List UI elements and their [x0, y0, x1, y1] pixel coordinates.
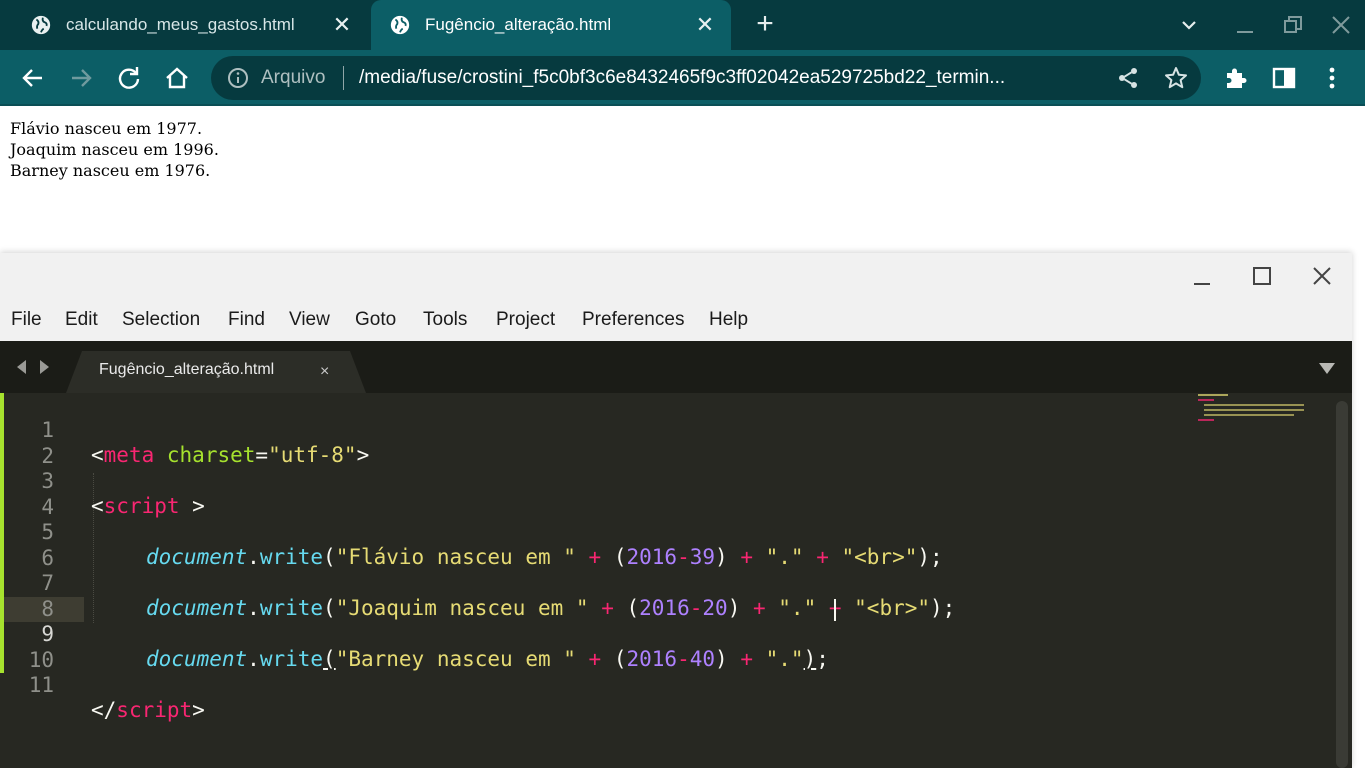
browser-tab-fugencio[interactable]: Fugêncio_alteração.html ✕ — [371, 0, 731, 50]
share-icon[interactable] — [1116, 66, 1140, 90]
editor-tab-title: Fugêncio_alteração.html — [99, 361, 275, 378]
page-text-line: Flávio nasceu em 1977. — [10, 119, 203, 138]
menu-view[interactable]: View — [289, 309, 330, 331]
minimize-icon[interactable] — [1232, 12, 1258, 38]
back-icon[interactable] — [19, 64, 47, 92]
menu-goto[interactable]: Goto — [355, 309, 396, 331]
code-line: 7 document.write("Joaquim nasceu em " + … — [0, 546, 1200, 620]
security-label: Arquivo — [261, 67, 326, 88]
close-tab-icon[interactable]: ✕ — [693, 13, 717, 37]
editor-titlebar — [0, 253, 1352, 299]
bookmark-star-icon[interactable] — [1163, 65, 1189, 91]
new-tab-icon[interactable]: + — [750, 8, 780, 40]
code-line: 10 — [0, 623, 1200, 672]
tab-search-chevron-icon[interactable] — [1176, 12, 1202, 38]
browser-tab-strip: calculando_meus_gastos.html ✕ Fugêncio_a… — [0, 0, 1365, 50]
menu-preferences[interactable]: Preferences — [582, 309, 684, 331]
editor-minimize-icon[interactable] — [1191, 265, 1213, 287]
close-icon[interactable]: × — [320, 363, 329, 381]
text-caret — [834, 599, 836, 621]
side-panel-icon[interactable] — [1270, 64, 1298, 92]
info-icon[interactable] — [227, 67, 249, 89]
token: </ — [91, 698, 117, 722]
menu-selection[interactable]: Selection — [122, 309, 200, 331]
page-text-line: Joaquim nasceu em 1996. — [10, 140, 219, 159]
menu-project[interactable]: Project — [496, 309, 555, 331]
editor-menubar: File Edit Selection Find View Goto Tools… — [0, 299, 1352, 341]
code-line: 8 — [0, 572, 1200, 621]
page-content: Flávio nasceu em 1977. Joaquim nasceu em… — [10, 118, 219, 181]
omnibox-separator — [343, 66, 344, 90]
tab-nav-arrows-icon[interactable] — [14, 359, 52, 375]
menu-file[interactable]: File — [11, 309, 42, 331]
editor-file-tab[interactable]: Fugêncio_alteração.html × — [66, 351, 366, 393]
code-line-active: 9 document.write("Barney nasceu em " + (… — [0, 597, 1200, 671]
forward-icon[interactable] — [67, 64, 95, 92]
code-line: 2 — [0, 419, 1200, 468]
restore-icon[interactable] — [1280, 12, 1306, 38]
code-line: 11 </script> — [0, 648, 1200, 722]
editor-close-icon[interactable] — [1311, 265, 1333, 287]
code-text: </script> — [91, 698, 205, 723]
line-number: 11 — [28, 673, 54, 697]
code-line: 5 document.write("Flávio nasceu em " + (… — [0, 495, 1200, 569]
globe-icon — [390, 15, 410, 35]
home-icon[interactable] — [163, 64, 191, 92]
token: script — [116, 698, 193, 722]
menu-tools[interactable]: Tools — [423, 309, 467, 331]
url-text[interactable]: /media/fuse/crostini_f5c0bf3c6e8432465f9… — [359, 67, 1099, 89]
close-window-icon[interactable] — [1328, 12, 1354, 38]
close-tab-icon[interactable]: ✕ — [330, 13, 354, 37]
minimap[interactable] — [1196, 393, 1311, 429]
editor-maximize-icon[interactable] — [1251, 265, 1273, 287]
editor-window: File Edit Selection Find View Goto Tools… — [0, 253, 1352, 768]
browser-tab-title: Fugêncio_alteração.html — [425, 15, 612, 34]
token: > — [192, 698, 205, 722]
menu-help[interactable]: Help — [709, 309, 748, 331]
editor-tabbar: Fugêncio_alteração.html × — [0, 341, 1352, 393]
code-line: 6 — [0, 521, 1200, 570]
extensions-puzzle-icon[interactable] — [1222, 64, 1250, 92]
browser-tab-title: calculando_meus_gastos.html — [66, 15, 295, 34]
menu-find[interactable]: Find — [228, 309, 265, 331]
browser-tab-calculando[interactable]: calculando_meus_gastos.html ✕ — [0, 0, 370, 50]
code-editor[interactable]: 1 <meta charset="utf-8"> 2 3 <script > 4… — [0, 393, 1352, 768]
code-line: 3 <script > — [0, 444, 1200, 518]
browser-toolbar: Arquivo /media/fuse/crostini_f5c0bf3c6e8… — [0, 50, 1365, 106]
more-menu-icon[interactable] — [1318, 64, 1346, 92]
code-line: 4 — [0, 470, 1200, 519]
address-bar[interactable]: Arquivo /media/fuse/crostini_f5c0bf3c6e8… — [211, 56, 1201, 100]
code-line: 1 <meta charset="utf-8"> — [0, 393, 1200, 467]
tab-list-dropdown-icon[interactable] — [1318, 361, 1336, 375]
page-text-line: Barney nasceu em 1976. — [10, 161, 211, 180]
vertical-scrollbar[interactable] — [1336, 401, 1348, 768]
reload-icon[interactable] — [115, 64, 143, 92]
menu-edit[interactable]: Edit — [65, 309, 98, 331]
globe-icon — [31, 15, 51, 35]
